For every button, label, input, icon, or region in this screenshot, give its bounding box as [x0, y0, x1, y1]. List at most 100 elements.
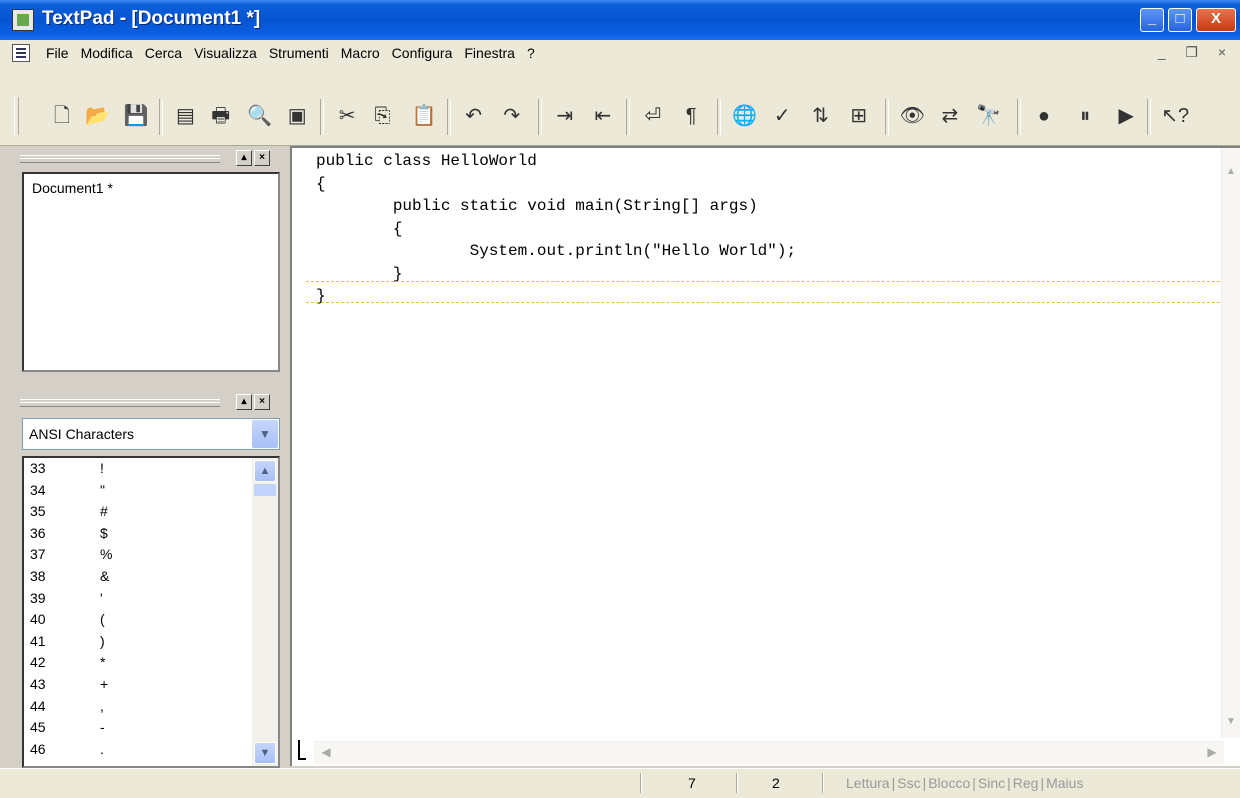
- maximize-button[interactable]: □: [1168, 8, 1192, 32]
- menu-item[interactable]: Modifica: [75, 45, 139, 61]
- menu-item[interactable]: Macro: [335, 45, 386, 61]
- paste-icon[interactable]: 📋: [412, 103, 437, 129]
- code-line[interactable]: }: [316, 285, 796, 308]
- list-item[interactable]: 39 ': [30, 590, 240, 607]
- scroll-left-icon[interactable]: ◀: [318, 745, 334, 761]
- list-item[interactable]: 40 (: [30, 611, 240, 628]
- scroll-down-icon[interactable]: ▼: [254, 742, 276, 764]
- save-icon[interactable]: 💾: [123, 103, 148, 129]
- pane-close-button[interactable]: ×: [254, 394, 270, 410]
- code-area[interactable]: public class HelloWorld{ public static v…: [316, 150, 796, 308]
- code-line[interactable]: {: [316, 173, 796, 196]
- ansi-char: (: [100, 611, 105, 628]
- title-bar[interactable]: TextPad - [Document1 *] _ □ X: [0, 0, 1240, 40]
- pane-close-button[interactable]: ×: [254, 150, 270, 166]
- pause-macro-icon[interactable]: ⏸: [1073, 103, 1097, 129]
- scroll-thumb[interactable]: [254, 484, 276, 496]
- undo-icon[interactable]: ↶: [462, 103, 486, 129]
- compare-icon[interactable]: ⊞: [847, 103, 871, 129]
- menu-item[interactable]: Finestra: [458, 45, 521, 61]
- list-item[interactable]: 43 +: [30, 676, 240, 693]
- list-item[interactable]: 34 ": [30, 482, 240, 499]
- scroll-right-icon[interactable]: ▶: [1204, 745, 1220, 761]
- status-bar: 7 2 Lettura | Ssc | Blocco | Sinc | Reg | Maius: [0, 768, 1240, 798]
- list-item[interactable]: 44,: [30, 698, 240, 715]
- print-icon[interactable]: 🖶: [209, 103, 233, 129]
- chevron-down-icon[interactable]: ▼: [252, 420, 278, 448]
- status-column: 2: [772, 775, 780, 791]
- pane-grip[interactable]: [20, 399, 220, 407]
- editor-vertical-scrollbar[interactable]: ▲ ▼: [1221, 148, 1240, 738]
- status-divider: [736, 773, 738, 793]
- minimize-button[interactable]: _: [1140, 8, 1164, 32]
- mdi-controls[interactable]: _ ❐ ×: [1158, 44, 1234, 61]
- ansi-code: 39: [30, 589, 46, 606]
- list-item[interactable]: 38 &: [30, 568, 240, 585]
- editor-pane[interactable]: public class HelloWorld{ public static v…: [290, 146, 1240, 766]
- clip-library-panel: ▴ × ANSI Characters ▼ 46. 45 - 44, 43 + 42 * 41)…: [8, 384, 286, 770]
- clip-list-scrollbar[interactable]: ▲ ▼: [252, 458, 278, 766]
- open-folder-icon[interactable]: 📂: [85, 103, 110, 129]
- new-file-icon[interactable]: 🗋: [50, 103, 74, 129]
- play-macro-icon[interactable]: ▶: [1114, 103, 1138, 129]
- word-wrap-icon[interactable]: ⏎: [641, 103, 665, 129]
- status-flag: Reg: [1012, 775, 1039, 791]
- document-menu-icon[interactable]: [12, 44, 30, 62]
- record-macro-icon[interactable]: ●: [1032, 103, 1056, 129]
- code-line[interactable]: public class HelloWorld: [316, 150, 796, 173]
- ansi-code: 38: [30, 568, 46, 584]
- redo-icon[interactable]: ↷: [500, 103, 524, 129]
- find-icon[interactable]: 👁: [900, 103, 925, 129]
- clip-library-header[interactable]: ▴ ×: [18, 394, 280, 412]
- pane-restore-button[interactable]: ▴: [236, 150, 252, 166]
- code-line[interactable]: {: [316, 218, 796, 241]
- menu-item[interactable]: Configura: [386, 45, 459, 61]
- indent-icon[interactable]: ⇥: [553, 103, 577, 129]
- document-selector-header[interactable]: ▴ ×: [18, 150, 280, 168]
- pane-grip[interactable]: [20, 155, 220, 163]
- outdent-icon[interactable]: ⇤: [591, 103, 615, 129]
- document-list-item[interactable]: Document1 *: [32, 180, 113, 196]
- properties-icon[interactable]: ▣: [285, 103, 309, 129]
- scroll-up-icon[interactable]: ▲: [1223, 166, 1239, 182]
- close-button[interactable]: X: [1196, 8, 1236, 32]
- list-item[interactable]: 45 -: [30, 719, 240, 736]
- workspace-icon[interactable]: ▤: [173, 103, 197, 129]
- find-in-files-icon[interactable]: 🔭: [976, 103, 1001, 129]
- list-item[interactable]: 42 *: [30, 654, 240, 671]
- menu-item[interactable]: Strumenti: [263, 45, 335, 61]
- list-item[interactable]: 36 $: [30, 525, 240, 542]
- web-icon[interactable]: 🌐: [732, 103, 757, 129]
- ansi-char: *: [100, 654, 106, 671]
- scroll-down-icon[interactable]: ▼: [1223, 716, 1239, 732]
- list-item[interactable]: 41): [30, 633, 240, 650]
- list-item[interactable]: 46.: [30, 741, 240, 758]
- cut-icon[interactable]: ✂: [335, 103, 359, 129]
- list-item[interactable]: 33!: [30, 460, 240, 477]
- print-preview-icon[interactable]: 🔍: [247, 103, 272, 129]
- copy-icon[interactable]: ⎘: [370, 103, 394, 129]
- scroll-up-icon[interactable]: ▲: [254, 460, 276, 482]
- toolbar-grip[interactable]: [14, 97, 19, 135]
- ansi-code: 40: [30, 611, 46, 628]
- pane-restore-button[interactable]: ▴: [236, 394, 252, 410]
- editor-horizontal-scrollbar[interactable]: ◀ ▶: [314, 741, 1224, 764]
- clip-library-dropdown[interactable]: ANSI Characters ▼: [22, 418, 280, 450]
- show-whitespace-icon[interactable]: ¶: [679, 103, 703, 129]
- menu-item[interactable]: Cerca: [139, 45, 188, 61]
- code-line[interactable]: public static void main(String[] args): [316, 195, 796, 218]
- sort-icon[interactable]: ⇅: [809, 103, 833, 129]
- ansi-char: #: [100, 503, 108, 520]
- menu-item[interactable]: File: [40, 45, 75, 61]
- replace-icon[interactable]: ⇄: [938, 103, 962, 129]
- code-line[interactable]: System.out.println("Hello World");: [316, 240, 796, 263]
- spell-check-icon[interactable]: ✓: [770, 103, 794, 129]
- split-handle[interactable]: [298, 740, 306, 760]
- list-item[interactable]: 35 #: [30, 503, 240, 520]
- context-help-icon[interactable]: ↖?: [1161, 103, 1189, 129]
- menu-item[interactable]: ?: [521, 45, 541, 61]
- menu-item[interactable]: Visualizza: [188, 45, 263, 61]
- textpad-app-icon[interactable]: [12, 9, 34, 31]
- ansi-character-list[interactable]: 46. 45- 44, 43 + 42 * 41) 40 (39 ' 38 & 37% 36 $ 35 # 34 " 3…: [22, 456, 280, 768]
- list-item[interactable]: 37%: [30, 546, 240, 563]
